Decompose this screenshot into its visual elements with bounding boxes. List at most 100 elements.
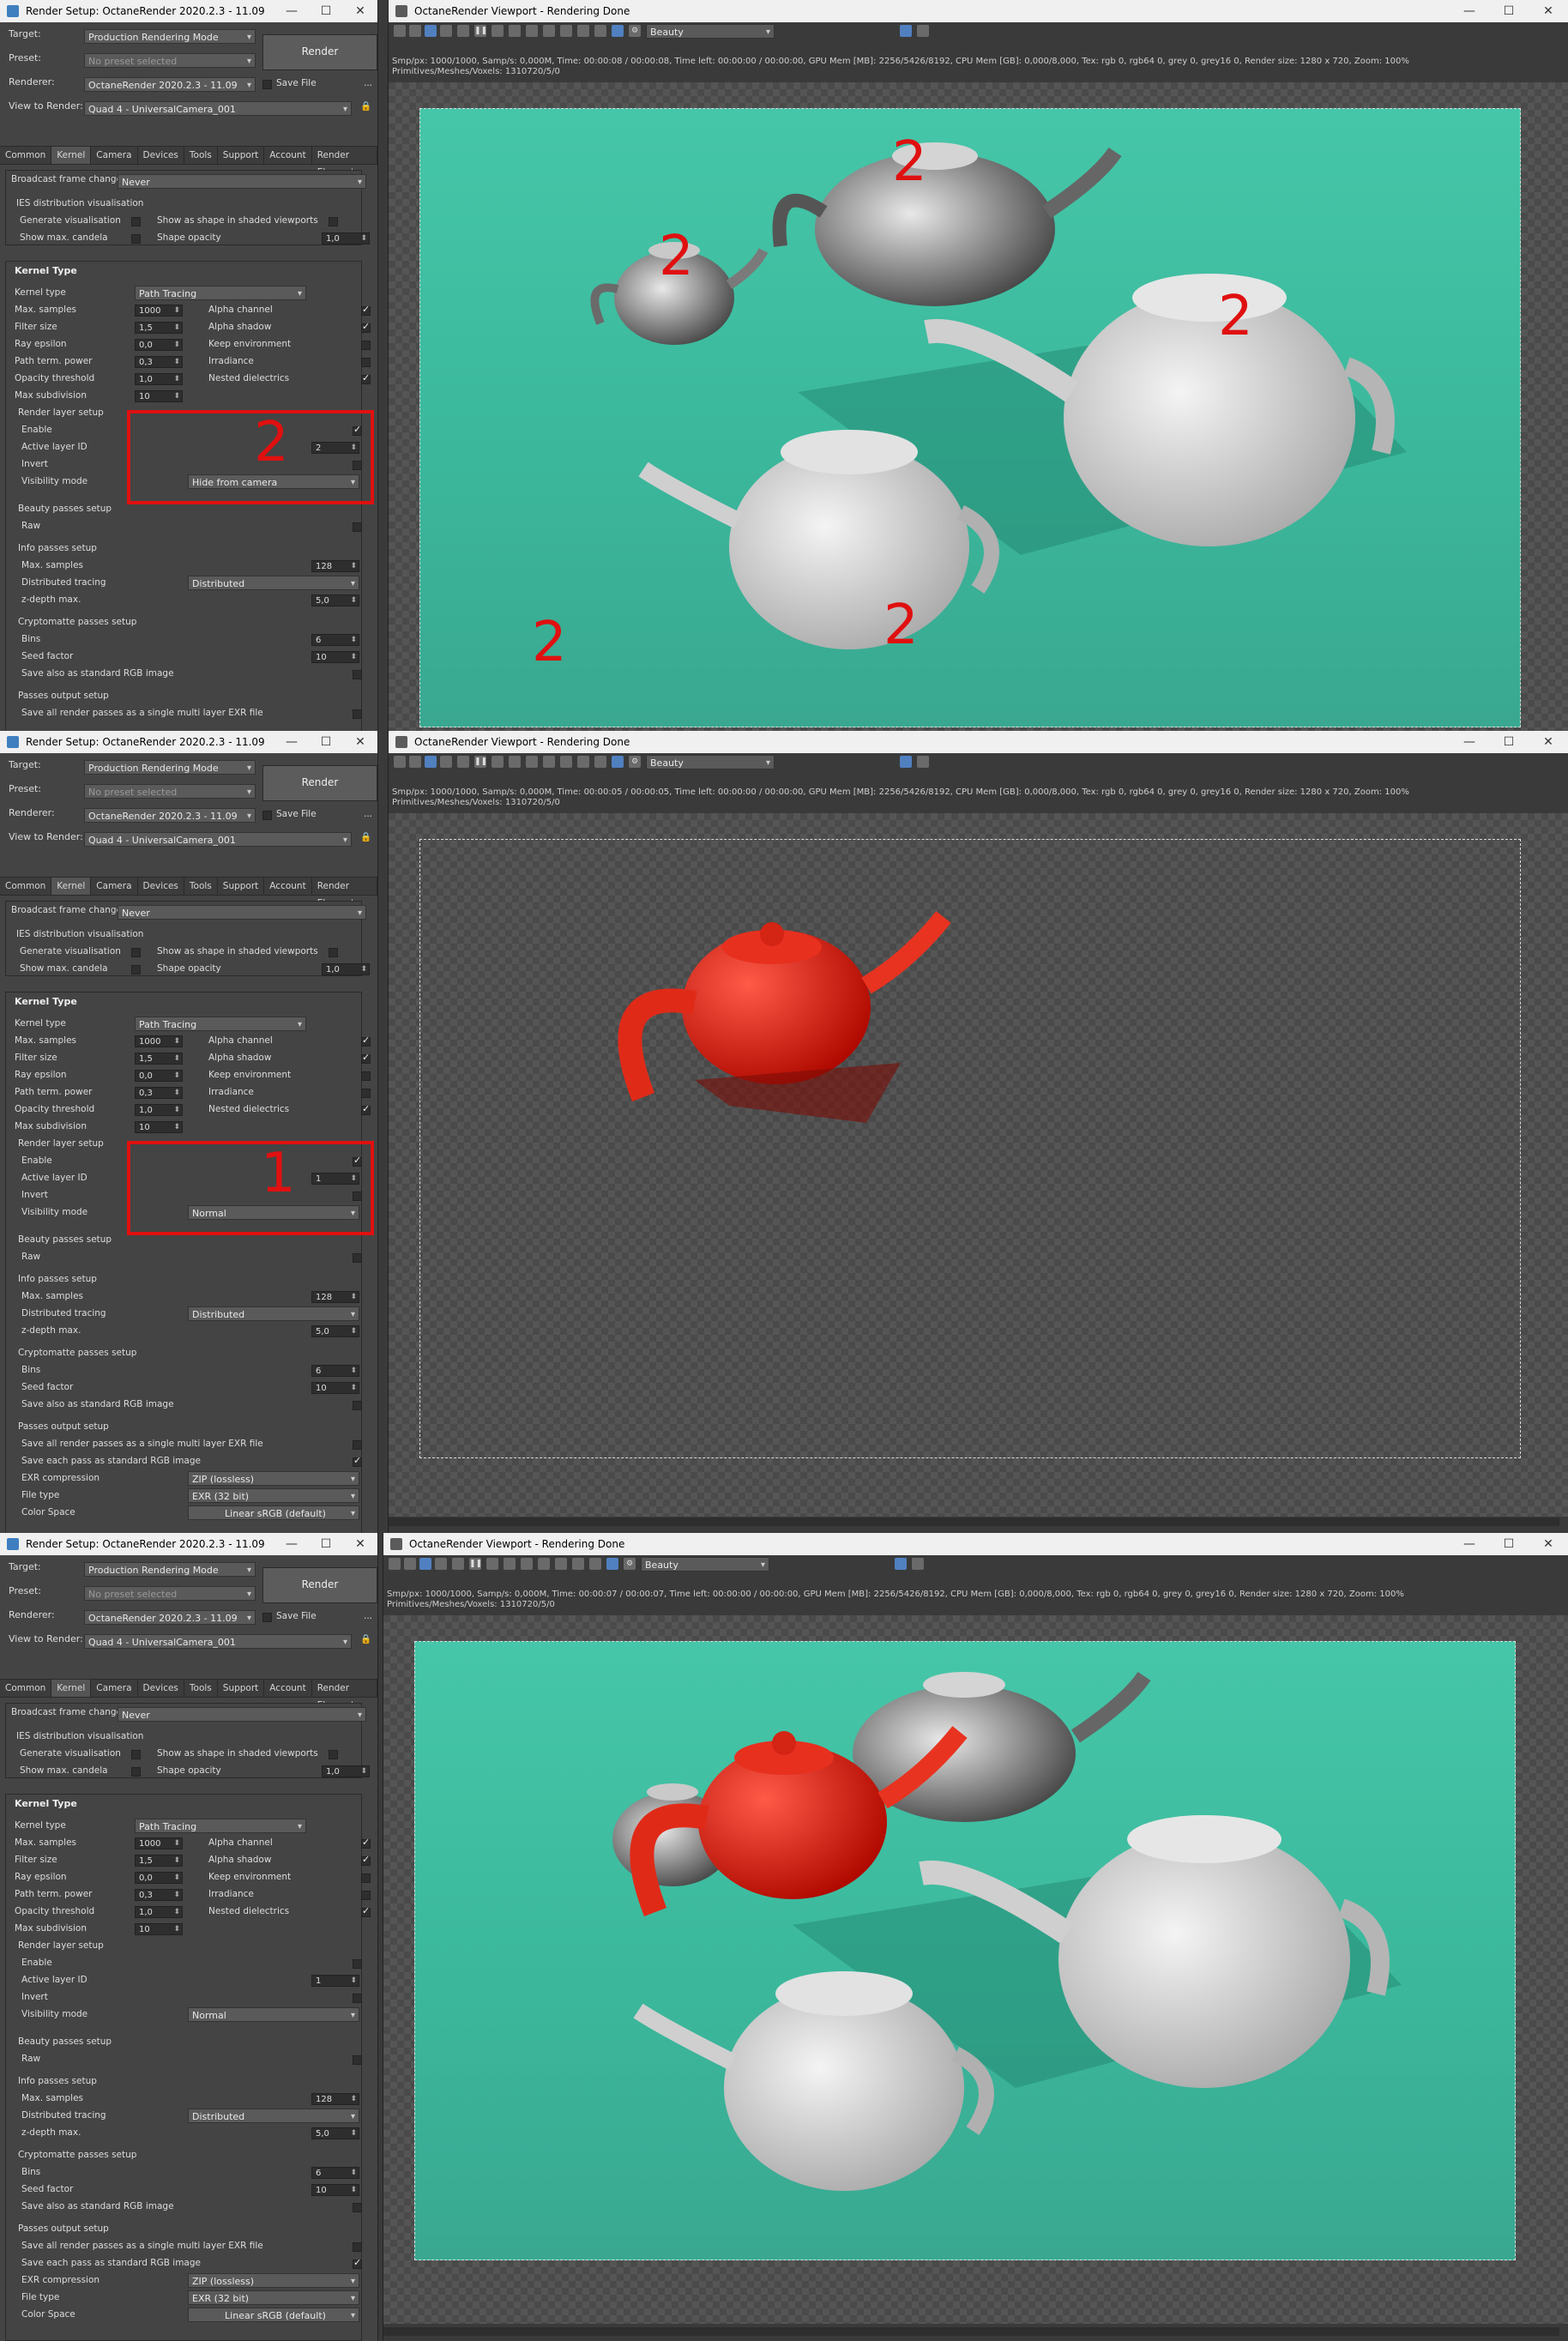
nested-dielectrics-checkbox[interactable] <box>361 1905 371 1917</box>
focus-icon[interactable] <box>526 25 538 37</box>
tab-tools[interactable]: Tools <box>184 878 218 895</box>
restart-icon[interactable] <box>486 1558 498 1570</box>
show-max-candela-checkbox[interactable] <box>131 234 141 244</box>
maximize-button[interactable]: ☐ <box>309 0 343 22</box>
layer-icon[interactable] <box>560 25 572 37</box>
pick-icon[interactable] <box>543 756 555 768</box>
distributed-tracing-dropdown[interactable]: Distributed <box>188 576 359 591</box>
save-icon[interactable] <box>389 1558 401 1570</box>
max-samples-spinner[interactable]: 1000 <box>135 1837 183 1849</box>
target-dropdown[interactable]: Production Rendering Mode <box>84 1562 256 1578</box>
save-each-pass-checkbox[interactable] <box>353 2257 362 2269</box>
tab-camera[interactable]: Camera <box>91 1680 138 1697</box>
opacity-threshold-spinner[interactable]: 1,0 <box>135 1906 183 1918</box>
irradiance-checkbox[interactable] <box>361 358 371 367</box>
color-space-dropdown[interactable]: Linear sRGB (default) <box>188 1505 359 1521</box>
display-icon[interactable] <box>900 25 912 37</box>
compare-icon[interactable] <box>917 756 929 768</box>
tab-common[interactable]: Common <box>0 147 52 164</box>
color-space-dropdown[interactable]: Linear sRGB (default) <box>188 2308 359 2323</box>
save-all-multilayer-checkbox[interactable] <box>353 709 362 719</box>
folder-icon[interactable] <box>409 756 421 768</box>
region-icon[interactable] <box>419 1558 431 1570</box>
save-also-rgb-checkbox[interactable] <box>353 670 362 679</box>
seed-factor-spinner[interactable]: 10 <box>311 2184 359 2196</box>
show-max-candela-checkbox[interactable] <box>131 965 141 974</box>
folder-icon[interactable] <box>404 1558 416 1570</box>
refresh-icon[interactable] <box>440 25 452 37</box>
tab-render-elements[interactable]: Render Elements <box>312 878 377 908</box>
tab-common[interactable]: Common <box>0 1680 52 1697</box>
save-each-pass-checkbox[interactable] <box>353 1455 362 1467</box>
focus-icon[interactable] <box>521 1558 533 1570</box>
pick-icon[interactable] <box>538 1558 550 1570</box>
file-type-dropdown[interactable]: EXR (32 bit) <box>188 1488 359 1504</box>
view-to-render-dropdown[interactable]: Quad 4 - UniversalCamera_001 <box>84 832 352 848</box>
irradiance-checkbox[interactable] <box>361 1891 371 1900</box>
shape-opacity-spinner[interactable]: 1,0 <box>322 1765 370 1777</box>
tab-account[interactable]: Account <box>264 147 312 164</box>
shape-opacity-spinner[interactable]: 1,0 <box>322 232 370 244</box>
kernel-type-dropdown[interactable]: Path Tracing <box>135 1819 306 1834</box>
nested-dielectrics-checkbox[interactable] <box>361 372 371 384</box>
pass-dropdown[interactable]: Beauty <box>646 24 775 39</box>
close-button[interactable]: ✕ <box>1529 0 1568 22</box>
refresh-icon[interactable] <box>440 756 452 768</box>
material-icon[interactable] <box>594 756 606 768</box>
compare-icon[interactable] <box>912 1558 924 1570</box>
camera-icon[interactable] <box>577 25 589 37</box>
camera-icon[interactable] <box>577 756 589 768</box>
close-button[interactable]: ✕ <box>1529 731 1568 753</box>
distributed-tracing-dropdown[interactable]: Distributed <box>188 2109 359 2124</box>
save-all-multilayer-checkbox[interactable] <box>353 2242 362 2252</box>
visibility-mode-dropdown[interactable]: Normal <box>188 2007 359 2023</box>
display-icon[interactable] <box>895 1558 907 1570</box>
compare-icon[interactable] <box>917 25 929 37</box>
keep-environment-checkbox[interactable] <box>361 341 371 350</box>
show-shape-checkbox[interactable] <box>329 1750 338 1759</box>
tab-camera[interactable]: Camera <box>91 878 138 895</box>
z-depth-max-spinner[interactable]: 5,0 <box>311 594 359 606</box>
reset-icon[interactable] <box>457 25 469 37</box>
alpha-channel-checkbox[interactable] <box>361 304 371 316</box>
pass-icon[interactable] <box>612 756 624 768</box>
close-button[interactable]: ✕ <box>343 0 377 22</box>
file-type-dropdown[interactable]: EXR (32 bit) <box>188 2290 359 2306</box>
horizontal-scrollbar[interactable] <box>383 2327 1559 2336</box>
lock-icon[interactable]: 🔒 <box>360 100 371 112</box>
more-button[interactable]: ... <box>364 1611 372 1621</box>
render-canvas[interactable]: 2 2 2 2 2 <box>389 82 1568 731</box>
camera-icon[interactable] <box>572 1558 584 1570</box>
show-shape-checkbox[interactable] <box>329 948 338 957</box>
material-icon[interactable] <box>589 1558 601 1570</box>
path-term-power-spinner[interactable]: 0,3 <box>135 1087 183 1099</box>
bins-spinner[interactable]: 6 <box>311 2167 359 2179</box>
restart-icon[interactable] <box>492 756 504 768</box>
close-button[interactable]: ✕ <box>1529 1533 1568 1555</box>
filter-size-spinner[interactable]: 1,5 <box>135 1855 183 1867</box>
tab-kernel[interactable]: Kernel <box>51 1680 92 1697</box>
pass-icon[interactable] <box>606 1558 618 1570</box>
render-canvas[interactable] <box>389 813 1568 1517</box>
more-button[interactable]: ... <box>364 809 372 819</box>
shape-opacity-spinner[interactable]: 1,0 <box>322 963 370 975</box>
max-subdivision-spinner[interactable]: 10 <box>135 390 183 402</box>
horizontal-scrollbar[interactable] <box>389 1517 1559 1526</box>
filter-size-spinner[interactable]: 1,5 <box>135 322 183 334</box>
broadcast-dropdown[interactable]: Never <box>118 174 366 190</box>
maximize-button[interactable]: ☐ <box>1489 0 1529 22</box>
ray-epsilon-spinner[interactable]: 0,0 <box>135 339 183 351</box>
gear-icon[interactable]: ⚙ <box>624 1558 636 1570</box>
generate-vis-checkbox[interactable] <box>131 948 141 957</box>
alpha-shadow-checkbox[interactable] <box>361 1052 371 1064</box>
enable-checkbox[interactable] <box>353 1959 362 1969</box>
generate-vis-checkbox[interactable] <box>131 1750 141 1759</box>
save-icon[interactable] <box>394 25 406 37</box>
raw-checkbox[interactable] <box>353 522 362 532</box>
pick-icon[interactable] <box>543 25 555 37</box>
save-file-checkbox[interactable] <box>262 1613 272 1622</box>
lock-icon[interactable]: 🔒 <box>360 831 371 842</box>
bins-spinner[interactable]: 6 <box>311 1365 359 1377</box>
render-canvas[interactable] <box>383 1615 1568 2324</box>
save-also-rgb-checkbox[interactable] <box>353 2203 362 2212</box>
